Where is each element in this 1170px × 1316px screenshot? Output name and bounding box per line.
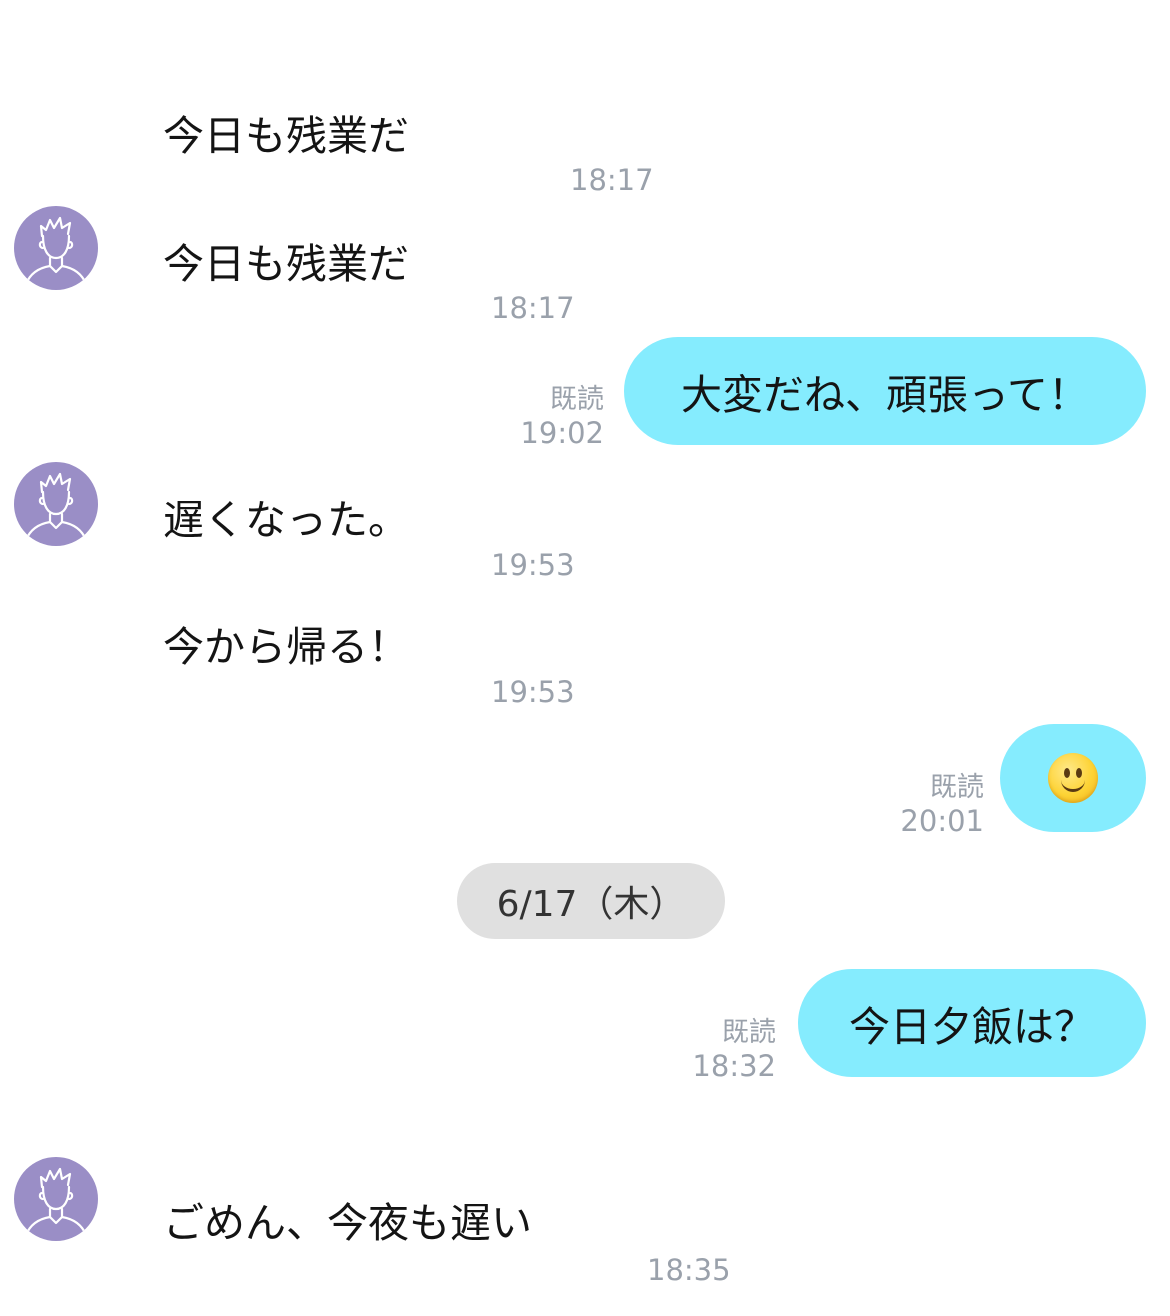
- read-label: 既読: [550, 384, 604, 415]
- message-text[interactable]: ごめん、今夜も遅い: [163, 1197, 532, 1249]
- message-timestamp: 18:35: [647, 1253, 731, 1287]
- read-receipt: 既読 20:01: [900, 771, 984, 838]
- avatar[interactable]: [14, 462, 98, 546]
- message-timestamp: 18:17: [491, 291, 575, 325]
- user-avatar-icon: [24, 1167, 88, 1237]
- outgoing-bubble[interactable]: [1000, 724, 1146, 832]
- user-avatar-icon: [24, 472, 88, 542]
- avatar[interactable]: [14, 206, 98, 290]
- message-text[interactable]: 今から帰る！: [163, 621, 409, 673]
- message-timestamp: 19:53: [491, 675, 575, 709]
- read-receipt: 既読 19:02: [520, 383, 604, 450]
- message-timestamp: 19:53: [491, 548, 575, 582]
- outgoing-bubble[interactable]: 大変だね、頑張って！: [624, 337, 1146, 445]
- message-timestamp: 20:01: [900, 804, 984, 838]
- outgoing-bubble[interactable]: 今日夕飯は？: [798, 969, 1146, 1077]
- message-text[interactable]: 今日も残業だ: [163, 110, 409, 162]
- avatar[interactable]: [14, 1157, 98, 1241]
- date-label: 6/17（木）: [496, 884, 686, 925]
- date-separator: 6/17（木）: [457, 863, 725, 939]
- read-label: 既読: [722, 1017, 776, 1048]
- read-receipt: 既読 18:32: [692, 1016, 776, 1083]
- message-text: 今日夕飯は？: [849, 1003, 1095, 1051]
- message-timestamp: 19:02: [520, 416, 604, 450]
- message-text: 大変だね、頑張って！: [681, 371, 1089, 419]
- message-timestamp: 18:17: [570, 163, 654, 197]
- message-text[interactable]: 遅くなった。: [163, 494, 409, 546]
- slightly-smiling-face-icon: [1048, 753, 1098, 803]
- message-timestamp: 18:32: [692, 1049, 776, 1083]
- message-text[interactable]: 今日も残業だ: [163, 238, 409, 290]
- read-label: 既読: [930, 772, 984, 803]
- user-avatar-icon: [24, 216, 88, 286]
